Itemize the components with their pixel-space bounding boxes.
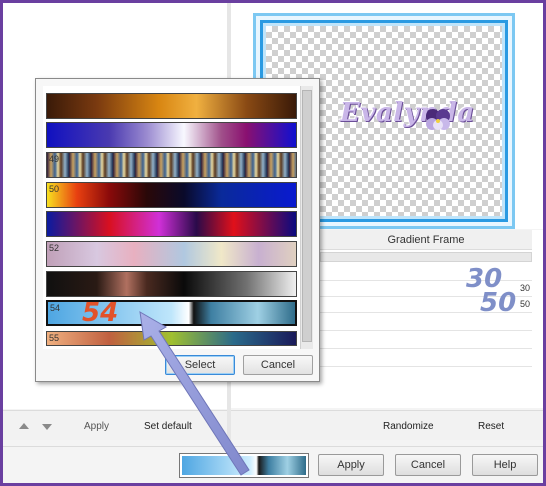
- gradient-swatch[interactable]: [46, 122, 297, 148]
- apply-button[interactable]: Apply: [318, 454, 384, 476]
- annotation-number: 50: [480, 288, 517, 318]
- settings-row-divider: [320, 366, 532, 367]
- gradient-swatch[interactable]: 52: [46, 241, 297, 267]
- setting-value-field[interactable]: 50: [520, 299, 530, 309]
- randomize-button[interactable]: Randomize: [383, 421, 434, 432]
- cancel-button[interactable]: Cancel: [395, 454, 461, 476]
- gradient-swatch[interactable]: [46, 271, 297, 297]
- help-button[interactable]: Help: [472, 454, 538, 476]
- pansy-flower-icon: [426, 109, 450, 130]
- move-up-icon[interactable]: [19, 423, 29, 429]
- gradient-dropdown[interactable]: [179, 453, 309, 478]
- gradient-swatch[interactable]: 49: [46, 152, 297, 178]
- move-down-icon[interactable]: [42, 424, 52, 430]
- reset-button[interactable]: Reset: [478, 421, 504, 432]
- gradient-swatch[interactable]: [46, 93, 297, 119]
- right-toolbar: Randomize Reset: [231, 410, 543, 440]
- picker-cancel-button[interactable]: Cancel: [243, 355, 313, 375]
- selected-gradient-swatch: [182, 456, 306, 475]
- select-button[interactable]: Select: [165, 355, 235, 375]
- setting-value-field[interactable]: 30: [520, 283, 530, 293]
- settings-slider[interactable]: [320, 252, 532, 262]
- gradient-swatch[interactable]: [46, 211, 297, 237]
- gradient-picker-popup: 49 50 52 54 55 Select Cancel: [35, 78, 320, 382]
- annotation-number: 54: [82, 298, 119, 328]
- set-default-button[interactable]: Set default: [144, 421, 192, 432]
- settings-section-title: Gradient Frame: [320, 230, 532, 250]
- settings-row-divider: [320, 348, 532, 349]
- watermark-text: Evalynda: [340, 98, 475, 128]
- scrollbar-thumb[interactable]: [302, 90, 312, 342]
- apply-preset-button[interactable]: Apply: [84, 421, 109, 432]
- gradient-swatch[interactable]: 55: [46, 331, 297, 346]
- gradient-list-scrollbar[interactable]: [300, 86, 313, 349]
- settings-row-divider: [320, 330, 532, 331]
- left-toolbar: Apply Set default: [3, 410, 227, 440]
- gradient-swatch[interactable]: 50: [46, 182, 297, 208]
